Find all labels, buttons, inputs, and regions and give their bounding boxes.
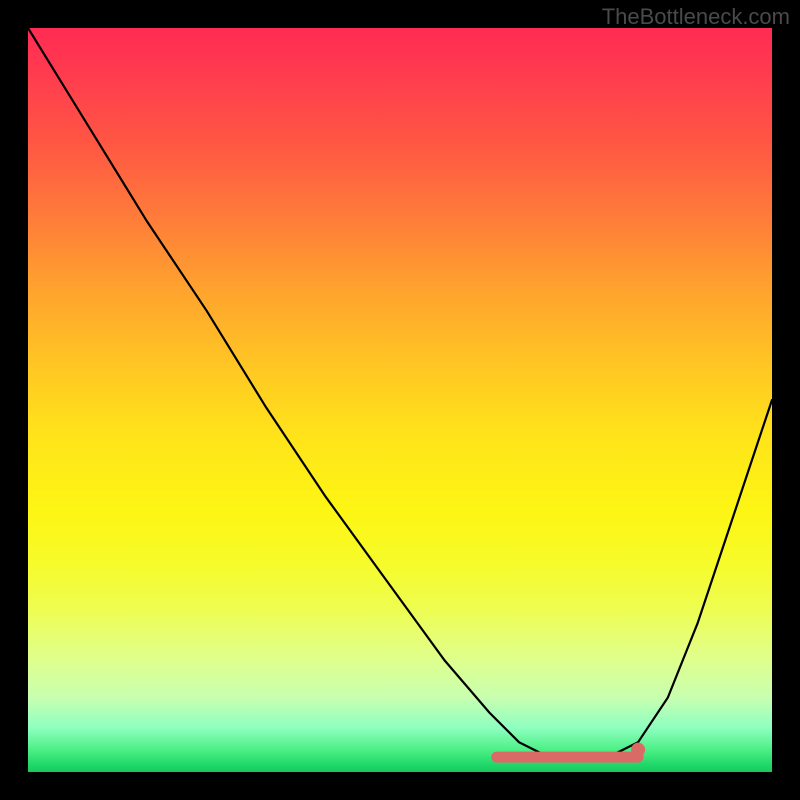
chart-svg [28, 28, 772, 772]
watermark-text: TheBottleneck.com [602, 4, 790, 30]
sweet-spot-marker [631, 743, 645, 757]
bottleneck-curve [28, 28, 772, 757]
